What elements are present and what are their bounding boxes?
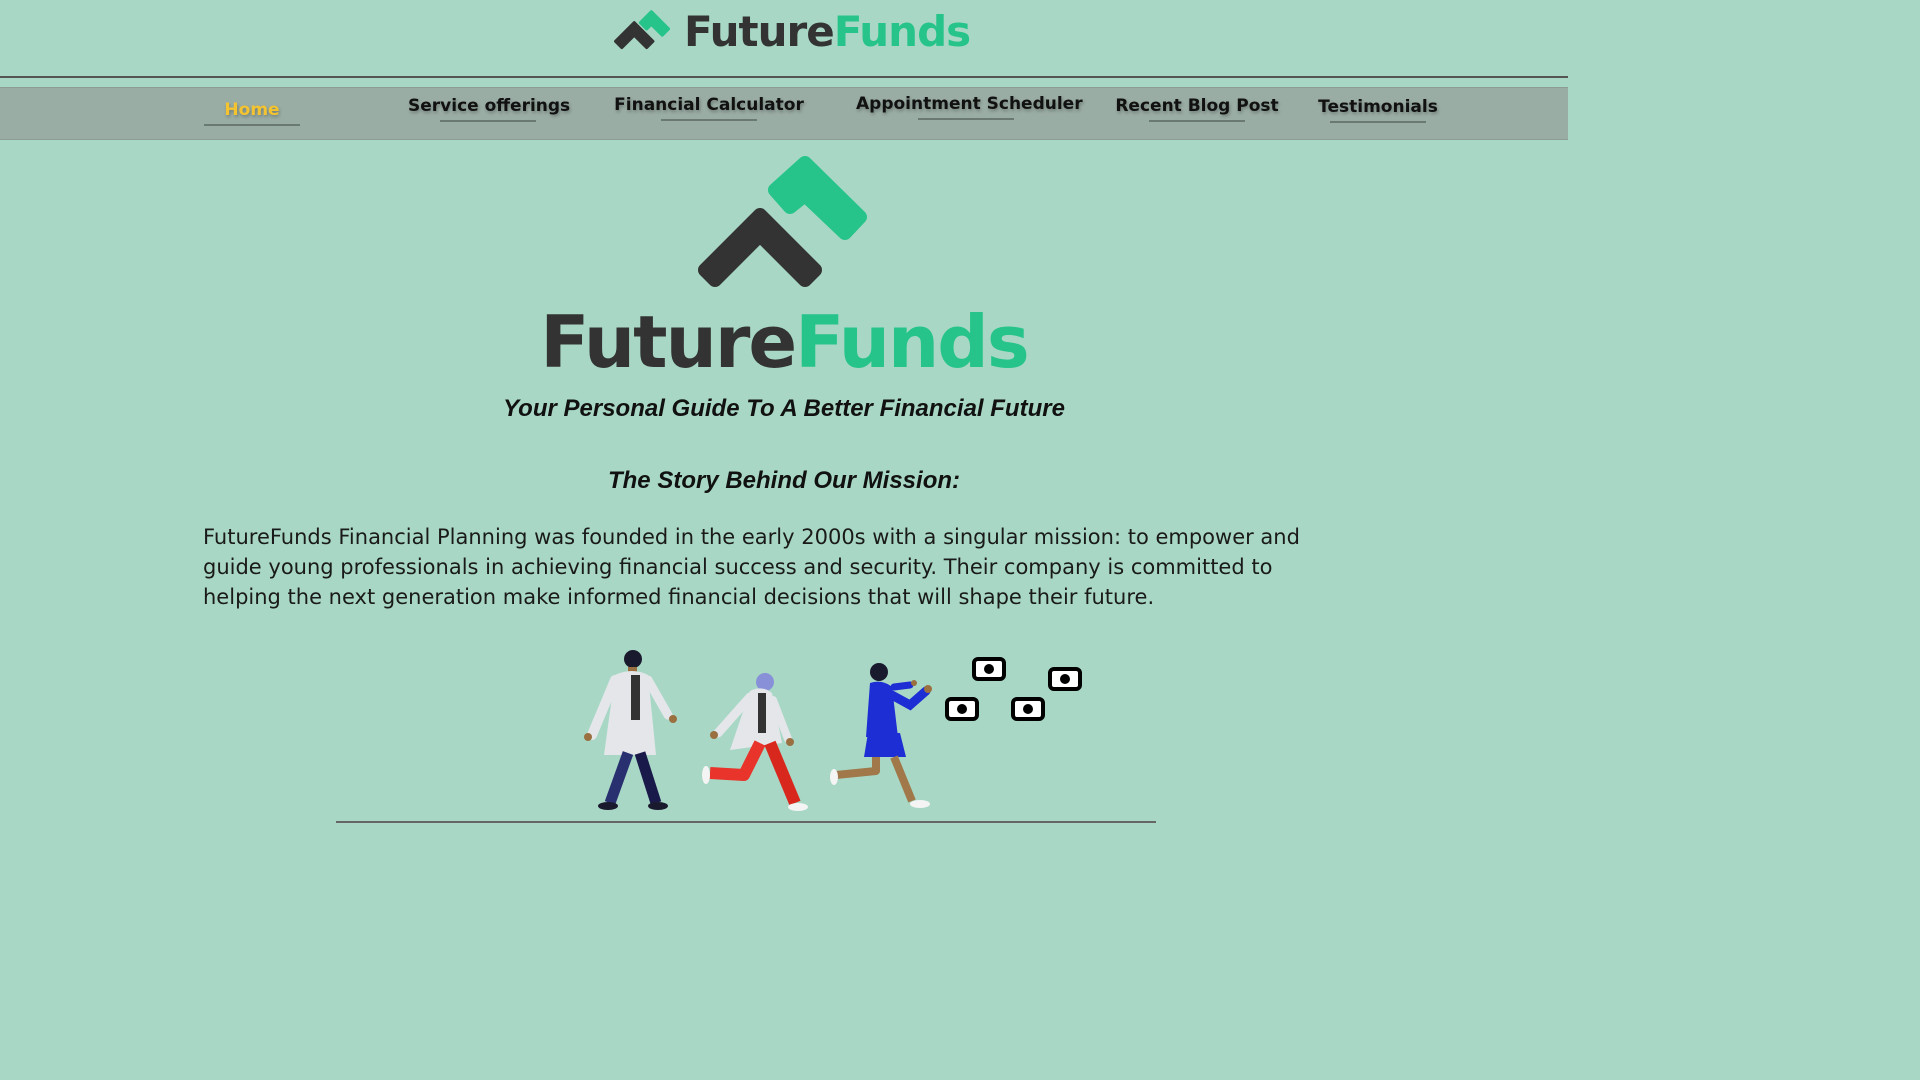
hero-tagline: Your Personal Guide To A Better Financia… bbox=[503, 395, 1065, 422]
header-divider bbox=[0, 76, 1568, 78]
main-nav: Home Service offerings Financial Calcula… bbox=[0, 87, 1568, 140]
hero-brand-future: Future bbox=[540, 300, 797, 384]
nav-item-recent-blog-post[interactable]: Recent Blog Post bbox=[1112, 96, 1282, 130]
nav-item-label: Testimonials bbox=[1318, 97, 1438, 117]
hero-brand-name: FutureFunds bbox=[0, 300, 1568, 384]
nav-underline bbox=[204, 124, 300, 126]
money-bill-icon bbox=[945, 697, 979, 721]
money-bill-icon bbox=[972, 657, 1006, 681]
runner-figure-icon bbox=[830, 663, 932, 808]
nav-item-label: Financial Calculator bbox=[614, 95, 804, 115]
nav-item-label: Home bbox=[224, 100, 280, 120]
nav-underline bbox=[440, 120, 536, 122]
money-bill-icon bbox=[1048, 667, 1082, 691]
people-chasing-money-illustration bbox=[584, 650, 1082, 811]
nav-item-testimonials[interactable]: Testimonials bbox=[1318, 97, 1438, 131]
nav-underline bbox=[1330, 121, 1426, 123]
futurefunds-hero-logo-icon bbox=[698, 156, 867, 287]
nav-item-home[interactable]: Home bbox=[204, 100, 300, 134]
mission-title: The Story Behind Our Mission: bbox=[607, 467, 961, 494]
nav-item-label: Service offerings bbox=[408, 96, 571, 116]
hero-brand-funds: Funds bbox=[795, 300, 1030, 384]
nav-item-appointment-scheduler[interactable]: Appointment Scheduler bbox=[856, 94, 1083, 128]
nav-underline bbox=[661, 119, 757, 121]
man-figure-icon bbox=[584, 650, 677, 810]
site-header: FutureFunds bbox=[0, 0, 1568, 76]
nav-item-service-offerings[interactable]: Service offerings bbox=[408, 96, 571, 130]
nav-underline bbox=[1149, 120, 1245, 122]
woman-figure-icon bbox=[702, 673, 808, 811]
header-brand-name: FutureFunds bbox=[684, 11, 971, 53]
content-divider bbox=[336, 821, 1156, 823]
money-bill-icon bbox=[1011, 697, 1045, 721]
nav-item-label: Recent Blog Post bbox=[1115, 96, 1279, 116]
nav-underline bbox=[918, 118, 1014, 120]
header-brand-future: Future bbox=[684, 7, 835, 56]
nav-item-financial-calculator[interactable]: Financial Calculator bbox=[614, 95, 804, 129]
futurefunds-logo-icon bbox=[614, 10, 670, 50]
nav-item-label: Appointment Scheduler bbox=[856, 94, 1083, 114]
header-brand-funds: Funds bbox=[833, 7, 971, 56]
header-brand[interactable]: FutureFunds bbox=[614, 4, 971, 60]
mission-paragraph: FutureFunds Financial Planning was found… bbox=[203, 525, 1300, 609]
